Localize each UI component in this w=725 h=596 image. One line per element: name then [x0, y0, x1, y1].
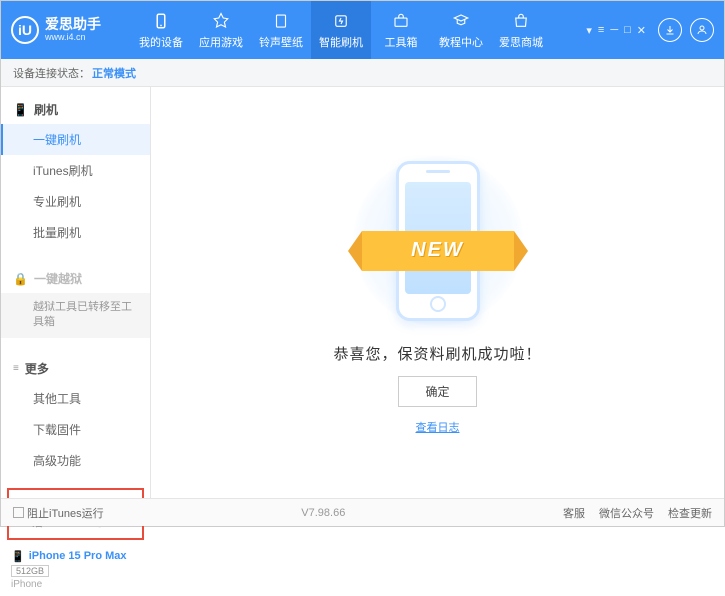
minimize-button[interactable]: ─ — [610, 24, 618, 37]
apps-icon — [211, 11, 231, 31]
flash-icon — [331, 11, 351, 31]
phone-icon: 📱 — [13, 103, 28, 117]
ringtone-icon — [271, 11, 291, 31]
nav-store[interactable]: 爱思商城 — [491, 1, 551, 59]
checkbox-block-itunes[interactable]: 阻止iTunes运行 — [13, 505, 104, 521]
success-illustration: NEW — [338, 151, 538, 331]
sidebar-item-other-tools[interactable]: 其他工具 — [1, 383, 150, 414]
tutorial-icon — [451, 11, 471, 31]
nav-my-device[interactable]: 我的设备 — [131, 1, 191, 59]
status-label: 设备连接状态： — [13, 65, 90, 81]
download-button[interactable] — [658, 18, 682, 42]
window-controls: ▾ ≡ ─ □ ✕ — [586, 24, 646, 37]
nav-flash[interactable]: 智能刷机 — [311, 1, 371, 59]
device-info: 📱 iPhone 15 Pro Max 512GB iPhone — [1, 544, 150, 596]
device-storage: 512GB — [11, 565, 49, 577]
footer-link-wechat[interactable]: 微信公众号 — [599, 505, 654, 521]
sidebar-item-itunes-flash[interactable]: iTunes刷机 — [1, 155, 150, 186]
toolbox-icon — [391, 11, 411, 31]
close-button[interactable]: ✕ — [637, 24, 646, 37]
sidebar-section-jailbreak: 🔒 一键越狱 — [1, 264, 150, 293]
user-button[interactable] — [690, 18, 714, 42]
lock-icon: 🔒 — [13, 272, 28, 286]
top-nav: 我的设备 应用游戏 铃声壁纸 智能刷机 工具箱 教程中心 — [131, 1, 551, 59]
sidebar-item-pro-flash[interactable]: 专业刷机 — [1, 186, 150, 217]
maximize-button[interactable]: □ — [624, 24, 631, 37]
app-url: www.i4.cn — [45, 33, 101, 43]
sidebar-item-advanced[interactable]: 高级功能 — [1, 445, 150, 476]
new-ribbon: NEW — [348, 231, 528, 271]
logo-icon: iU — [11, 16, 39, 44]
menu-icon[interactable]: ▾ — [586, 24, 592, 37]
status-value: 正常模式 — [92, 65, 136, 81]
sidebar-item-oneclick-flash[interactable]: 一键刷机 — [1, 124, 150, 155]
sidebar-item-download-firmware[interactable]: 下载固件 — [1, 414, 150, 445]
footer: 阻止iTunes运行 V7.98.66 客服 微信公众号 检查更新 — [1, 498, 724, 526]
view-log-link[interactable]: 查看日志 — [416, 419, 460, 435]
device-icon — [151, 11, 171, 31]
app-title: 爱思助手 — [45, 17, 101, 32]
sidebar-section-flash[interactable]: 📱 刷机 — [1, 95, 150, 124]
version-label: V7.98.66 — [301, 507, 345, 519]
chevron-icon: ≡ — [13, 363, 19, 374]
success-message: 恭喜您，保资料刷机成功啦！ — [333, 343, 541, 364]
ok-button[interactable]: 确定 — [398, 376, 476, 407]
tray-icon[interactable]: ≡ — [598, 24, 604, 37]
sidebar-item-batch-flash[interactable]: 批量刷机 — [1, 217, 150, 248]
device-name[interactable]: 📱 iPhone 15 Pro Max — [11, 550, 140, 563]
logo: iU 爱思助手 www.i4.cn — [11, 16, 131, 44]
device-type: iPhone — [11, 579, 140, 590]
status-bar: 设备连接状态： 正常模式 — [1, 59, 724, 87]
app-header: iU 爱思助手 www.i4.cn 我的设备 应用游戏 铃声壁纸 智能刷机 — [1, 1, 724, 59]
sidebar: 📱 刷机 一键刷机 iTunes刷机 专业刷机 批量刷机 🔒 一键越狱 越狱工具… — [1, 87, 151, 498]
nav-ringtones[interactable]: 铃声壁纸 — [251, 1, 311, 59]
sidebar-section-more[interactable]: ≡ 更多 — [1, 354, 150, 383]
sidebar-jailbreak-note: 越狱工具已转移至工具箱 — [1, 293, 150, 338]
footer-link-support[interactable]: 客服 — [563, 505, 585, 521]
device-icon: 📱 — [11, 550, 25, 563]
store-icon — [511, 11, 531, 31]
nav-toolbox[interactable]: 工具箱 — [371, 1, 431, 59]
nav-apps[interactable]: 应用游戏 — [191, 1, 251, 59]
nav-tutorials[interactable]: 教程中心 — [431, 1, 491, 59]
footer-link-update[interactable]: 检查更新 — [668, 505, 712, 521]
main-content: NEW 恭喜您，保资料刷机成功啦！ 确定 查看日志 — [151, 87, 724, 498]
